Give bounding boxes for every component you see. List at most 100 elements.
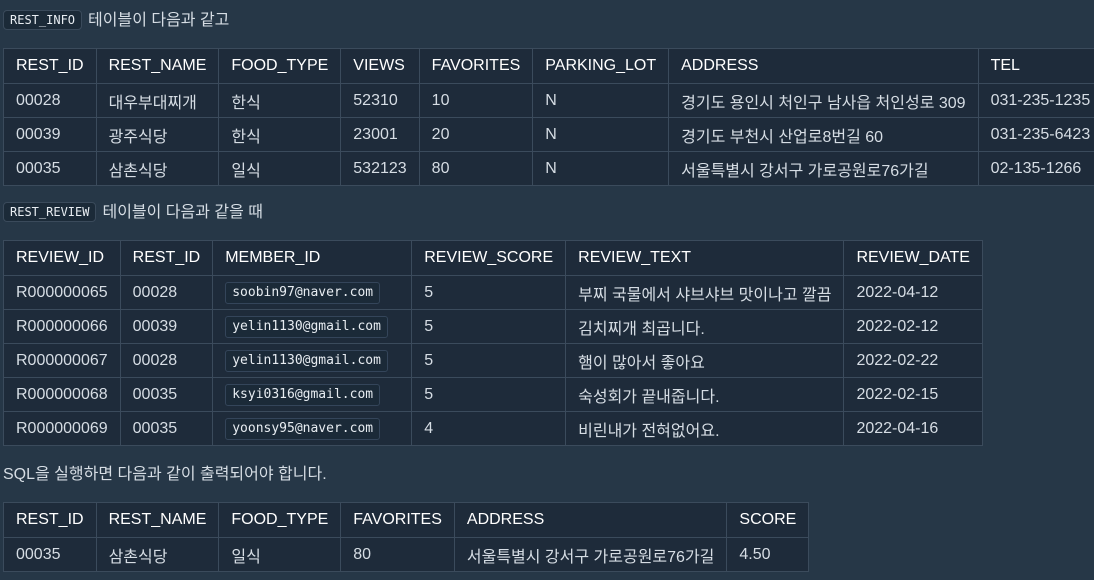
table-cell: R000000065 xyxy=(3,275,121,310)
member-id-code: yelin1130@gmail.com xyxy=(225,315,388,338)
table-cell: yelin1130@gmail.com xyxy=(212,343,413,378)
table-cell: 5 xyxy=(411,343,567,378)
table-row: R000000068 00035 ksyi0316@gmail.com 5 숙성… xyxy=(3,377,983,412)
col-header: REST_NAME xyxy=(95,48,220,84)
table-cell: 햄이 많아서 좋아요 xyxy=(565,343,845,378)
table-row: R000000069 00035 yoonsy95@naver.com 4 비린… xyxy=(3,411,983,446)
table-cell: 5 xyxy=(411,377,567,412)
table-cell: 00039 xyxy=(119,309,214,344)
intro-rest-review: REST_REVIEW 테이블이 다음과 같을 때 xyxy=(3,201,263,225)
table-cell: yoonsy95@naver.com xyxy=(212,411,413,446)
intro-rest-info-text: 테이블이 다음과 같고 xyxy=(88,12,230,29)
table-cell: 5 xyxy=(411,309,567,344)
table-row: R000000067 00028 yelin1130@gmail.com 5 햄… xyxy=(3,343,983,378)
col-header: PARKING_LOT xyxy=(532,48,670,84)
table-row: 00035 삼촌식당 일식 80 서울특별시 강서구 가로공원로76가길 4.5… xyxy=(3,537,810,572)
table-row: 00035 삼촌식당 일식 532123 80 N 서울특별시 강서구 가로공원… xyxy=(3,151,1094,186)
table-row: R000000065 00028 soobin97@naver.com 5 부찌… xyxy=(3,275,983,310)
intro-result-text: SQL을 실행하면 다음과 같이 출력되어야 합니다. xyxy=(3,466,327,483)
table-cell: 00039 xyxy=(3,117,97,152)
table-cell: 80 xyxy=(340,537,455,572)
member-id-code: ksyi0316@gmail.com xyxy=(225,383,381,406)
code-rest-info: REST_INFO xyxy=(3,9,83,30)
table-cell: 532123 xyxy=(340,151,420,186)
table-cell: 경기도 용인시 처인구 남사읍 처인성로 309 xyxy=(668,83,979,118)
table-cell: 숙성회가 끝내줍니다. xyxy=(565,377,845,412)
table-cell: 20 xyxy=(418,117,534,152)
table-cell: 경기도 부천시 산업로8번길 60 xyxy=(668,117,979,152)
col-header: VIEWS xyxy=(340,48,420,84)
table-cell: 031-235-6423 xyxy=(977,117,1094,152)
col-header: FOOD_TYPE xyxy=(218,48,342,84)
member-id-code: yoonsy95@naver.com xyxy=(225,417,381,440)
col-header: ADDRESS xyxy=(668,48,979,84)
table-cell: yelin1130@gmail.com xyxy=(212,309,413,344)
table-cell: 5 xyxy=(411,275,567,310)
table-header-row: REST_ID REST_NAME FOOD_TYPE VIEWS FAVORI… xyxy=(3,48,1094,84)
table-cell: 4 xyxy=(411,411,567,446)
table-header-row: REVIEW_ID REST_ID MEMBER_ID REVIEW_SCORE… xyxy=(3,240,983,276)
table-cell: 일식 xyxy=(218,537,342,572)
table-cell: 비린내가 전혀없어요. xyxy=(565,411,845,446)
col-header: SCORE xyxy=(726,502,810,538)
table-cell: 2022-02-15 xyxy=(843,377,983,412)
col-header: REVIEW_DATE xyxy=(843,240,983,276)
table-cell: 2022-04-16 xyxy=(843,411,983,446)
col-header: FAVORITES xyxy=(418,48,534,84)
table-row: 00039 광주식당 한식 23001 20 N 경기도 부천시 산업로8번길 … xyxy=(3,117,1094,152)
table-cell: 한식 xyxy=(218,83,342,118)
col-header: REVIEW_SCORE xyxy=(411,240,567,276)
problem-description: REST_INFO 테이블이 다음과 같고 REST_ID REST_NAME F… xyxy=(0,0,1094,580)
table-cell: N xyxy=(532,151,670,186)
table-cell: 한식 xyxy=(218,117,342,152)
table-cell: 00035 xyxy=(119,377,214,412)
table-header-row: REST_ID REST_NAME FOOD_TYPE FAVORITES AD… xyxy=(3,502,810,538)
rest-info-table: REST_ID REST_NAME FOOD_TYPE VIEWS FAVORI… xyxy=(3,48,1094,186)
table-cell: 부찌 국물에서 샤브샤브 맛이나고 깔끔 xyxy=(565,275,845,310)
table-cell: 23001 xyxy=(340,117,420,152)
table-cell: 2022-04-12 xyxy=(843,275,983,310)
table-cell: 00028 xyxy=(3,83,97,118)
col-header: REST_NAME xyxy=(95,502,220,538)
table-cell: 일식 xyxy=(218,151,342,186)
col-header: REST_ID xyxy=(3,48,97,84)
table-cell: 80 xyxy=(418,151,534,186)
table-cell: 00035 xyxy=(3,537,97,572)
table-cell: 삼촌식당 xyxy=(95,537,220,572)
table-cell: 대우부대찌개 xyxy=(95,83,220,118)
table-cell: 김치찌개 최곱니다. xyxy=(565,309,845,344)
table-cell: 2022-02-22 xyxy=(843,343,983,378)
col-header: ADDRESS xyxy=(453,502,728,538)
member-id-code: soobin97@naver.com xyxy=(225,281,381,304)
intro-rest-review-text: 테이블이 다음과 같을 때 xyxy=(102,204,264,221)
table-cell: R000000068 xyxy=(3,377,121,412)
col-header: MEMBER_ID xyxy=(212,240,413,276)
table-cell: N xyxy=(532,83,670,118)
col-header: FOOD_TYPE xyxy=(218,502,342,538)
table-cell: soobin97@naver.com xyxy=(212,275,413,310)
code-rest-review: REST_REVIEW xyxy=(3,201,97,222)
table-cell: 00035 xyxy=(3,151,97,186)
table-cell: N xyxy=(532,117,670,152)
result-table: REST_ID REST_NAME FOOD_TYPE FAVORITES AD… xyxy=(3,502,810,572)
table-cell: ksyi0316@gmail.com xyxy=(212,377,413,412)
col-header: TEL xyxy=(977,48,1094,84)
table-cell: R000000069 xyxy=(3,411,121,446)
table-cell: 서울특별시 강서구 가로공원로76가길 xyxy=(453,537,728,572)
intro-rest-info: REST_INFO 테이블이 다음과 같고 xyxy=(3,9,229,33)
col-header: REVIEW_ID xyxy=(3,240,121,276)
table-cell: 광주식당 xyxy=(95,117,220,152)
table-cell: 10 xyxy=(418,83,534,118)
table-cell: 서울특별시 강서구 가로공원로76가길 xyxy=(668,151,979,186)
col-header: REST_ID xyxy=(119,240,214,276)
col-header: FAVORITES xyxy=(340,502,455,538)
table-row: 00028 대우부대찌개 한식 52310 10 N 경기도 용인시 처인구 남… xyxy=(3,83,1094,118)
member-id-code: yelin1130@gmail.com xyxy=(225,349,388,372)
table-cell: 00028 xyxy=(119,275,214,310)
intro-result: SQL을 실행하면 다음과 같이 출력되어야 합니다. xyxy=(3,463,327,487)
table-cell: R000000066 xyxy=(3,309,121,344)
col-header: REST_ID xyxy=(3,502,97,538)
table-cell: R000000067 xyxy=(3,343,121,378)
table-cell: 4.50 xyxy=(726,537,810,572)
col-header: REVIEW_TEXT xyxy=(565,240,845,276)
